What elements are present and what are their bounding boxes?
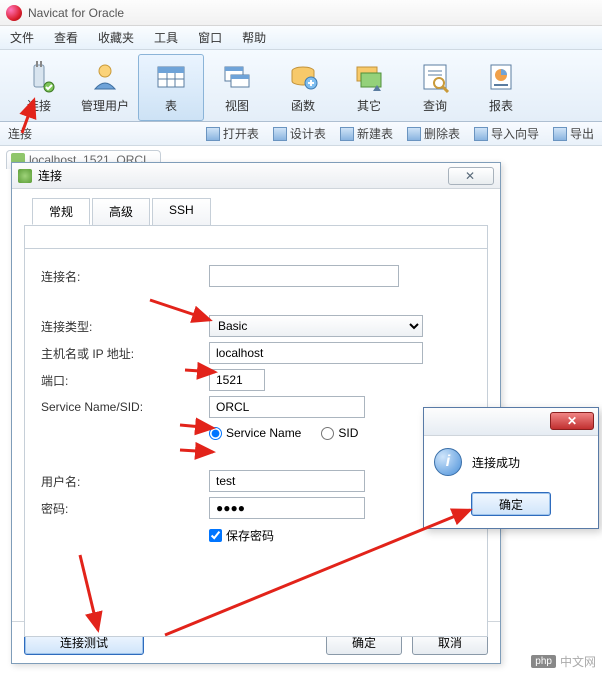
label-password: 密码: — [41, 500, 209, 517]
message-box-text: 连接成功 — [472, 454, 520, 471]
input-user[interactable] — [209, 470, 365, 492]
user-icon — [89, 61, 121, 93]
dialog-tabs: 常规 高级 SSH — [32, 198, 488, 225]
ribbon-label: 管理用户 — [81, 97, 129, 114]
app-title: Navicat for Oracle — [28, 6, 124, 20]
menu-view[interactable]: 查看 — [54, 29, 78, 46]
dialog-close-button[interactable]: ✕ — [448, 167, 494, 185]
ribbon-function[interactable]: 函数 — [270, 54, 336, 121]
query-icon — [419, 61, 451, 93]
label-sid: Service Name/SID: — [41, 400, 209, 414]
input-password[interactable] — [209, 497, 365, 519]
ribbon-label: 查询 — [423, 97, 447, 114]
table-mini-icon — [273, 127, 287, 141]
info-icon: i — [434, 448, 462, 476]
ribbon-label: 函数 — [291, 97, 315, 114]
tab-general[interactable]: 常规 — [32, 198, 90, 225]
checkbox-save-password[interactable]: 保存密码 — [209, 527, 471, 544]
label-port: 端口: — [41, 372, 209, 389]
watermark: php 中文网 — [531, 653, 596, 670]
radio-sid[interactable]: SID — [321, 426, 358, 440]
menu-window[interactable]: 窗口 — [198, 29, 222, 46]
watermark-badge: php — [531, 655, 556, 668]
ribbon-label: 表 — [165, 97, 177, 114]
tbtn-new-table[interactable]: 新建表 — [340, 125, 393, 142]
dialog-title: 连接 — [38, 167, 62, 184]
ribbon-other[interactable]: 其它 — [336, 54, 402, 121]
tbtn-delete-table[interactable]: 删除表 — [407, 125, 460, 142]
tbtn-import-wizard[interactable]: 导入向导 — [474, 125, 539, 142]
label-user: 用户名: — [41, 473, 209, 490]
input-sid[interactable] — [209, 396, 365, 418]
ribbon-query[interactable]: 查询 — [402, 54, 468, 121]
ribbon-connect[interactable]: 连接 — [6, 54, 72, 121]
view-icon — [221, 61, 253, 93]
table-mini-icon — [340, 127, 354, 141]
label-host: 主机名或 IP 地址: — [41, 345, 209, 362]
message-box-close-button[interactable]: ✕ — [550, 412, 594, 430]
close-icon: ✕ — [465, 169, 477, 183]
radio-service-name[interactable]: Service Name — [209, 426, 301, 440]
radio-service-name-input[interactable] — [209, 427, 222, 440]
other-icon — [353, 61, 385, 93]
ribbon-label: 报表 — [489, 97, 513, 114]
ribbon-view[interactable]: 视图 — [204, 54, 270, 121]
ribbon-label: 连接 — [27, 97, 51, 114]
table-mini-icon — [553, 127, 567, 141]
report-icon — [485, 61, 517, 93]
function-icon — [287, 61, 319, 93]
tab-panel-general: 连接名: 连接类型: Basic 主机名或 IP 地址: 端口: Service… — [25, 248, 487, 636]
select-connection-type[interactable]: Basic — [209, 315, 423, 337]
dialog-titlebar[interactable]: 连接 ✕ — [12, 163, 500, 189]
menu-favorites[interactable]: 收藏夹 — [98, 29, 134, 46]
menu-file[interactable]: 文件 — [10, 29, 34, 46]
input-port[interactable] — [209, 369, 265, 391]
menubar: 文件 查看 收藏夹 工具 窗口 帮助 — [0, 26, 602, 50]
menu-help[interactable]: 帮助 — [242, 29, 266, 46]
table-icon — [155, 61, 187, 93]
sub-toolbar: 连接 打开表 设计表 新建表 删除表 导入向导 导出 — [0, 122, 602, 146]
tbtn-export[interactable]: 导出 — [553, 125, 594, 142]
checkbox-save-password-input[interactable] — [209, 529, 222, 542]
ribbon-label: 其它 — [357, 97, 381, 114]
tab-advanced[interactable]: 高级 — [92, 198, 150, 225]
label-connection-type: 连接类型: — [41, 318, 209, 335]
tab-ssh[interactable]: SSH — [152, 198, 211, 225]
input-connection-name[interactable] — [209, 265, 399, 287]
plug-icon — [18, 169, 32, 183]
ribbon-table[interactable]: 表 — [138, 54, 204, 121]
table-mini-icon — [407, 127, 421, 141]
table-mini-icon — [474, 127, 488, 141]
ribbon-label: 视图 — [225, 97, 249, 114]
radio-sid-input[interactable] — [321, 427, 334, 440]
message-box-titlebar[interactable]: ✕ — [424, 408, 598, 436]
menu-tools[interactable]: 工具 — [154, 29, 178, 46]
table-mini-icon — [206, 127, 220, 141]
tbtn-open-table[interactable]: 打开表 — [206, 125, 259, 142]
watermark-text: 中文网 — [560, 653, 596, 670]
ribbon-toolbar: 连接 管理用户 表 视图 函数 其它 查询 — [0, 50, 602, 122]
ribbon-report[interactable]: 报表 — [468, 54, 534, 121]
tbtn-design-table[interactable]: 设计表 — [273, 125, 326, 142]
message-box: ✕ i 连接成功 确定 — [423, 407, 599, 529]
input-host[interactable] — [209, 342, 423, 364]
label-connection-name: 连接名: — [41, 268, 209, 285]
message-box-ok-button[interactable]: 确定 — [471, 492, 551, 516]
ribbon-users[interactable]: 管理用户 — [72, 54, 138, 121]
titlebar: Navicat for Oracle — [0, 0, 602, 26]
subtoolbar-left-label: 连接 — [8, 125, 32, 142]
close-icon: ✕ — [567, 414, 577, 428]
plug-icon — [23, 61, 55, 93]
app-logo-icon — [6, 5, 22, 21]
